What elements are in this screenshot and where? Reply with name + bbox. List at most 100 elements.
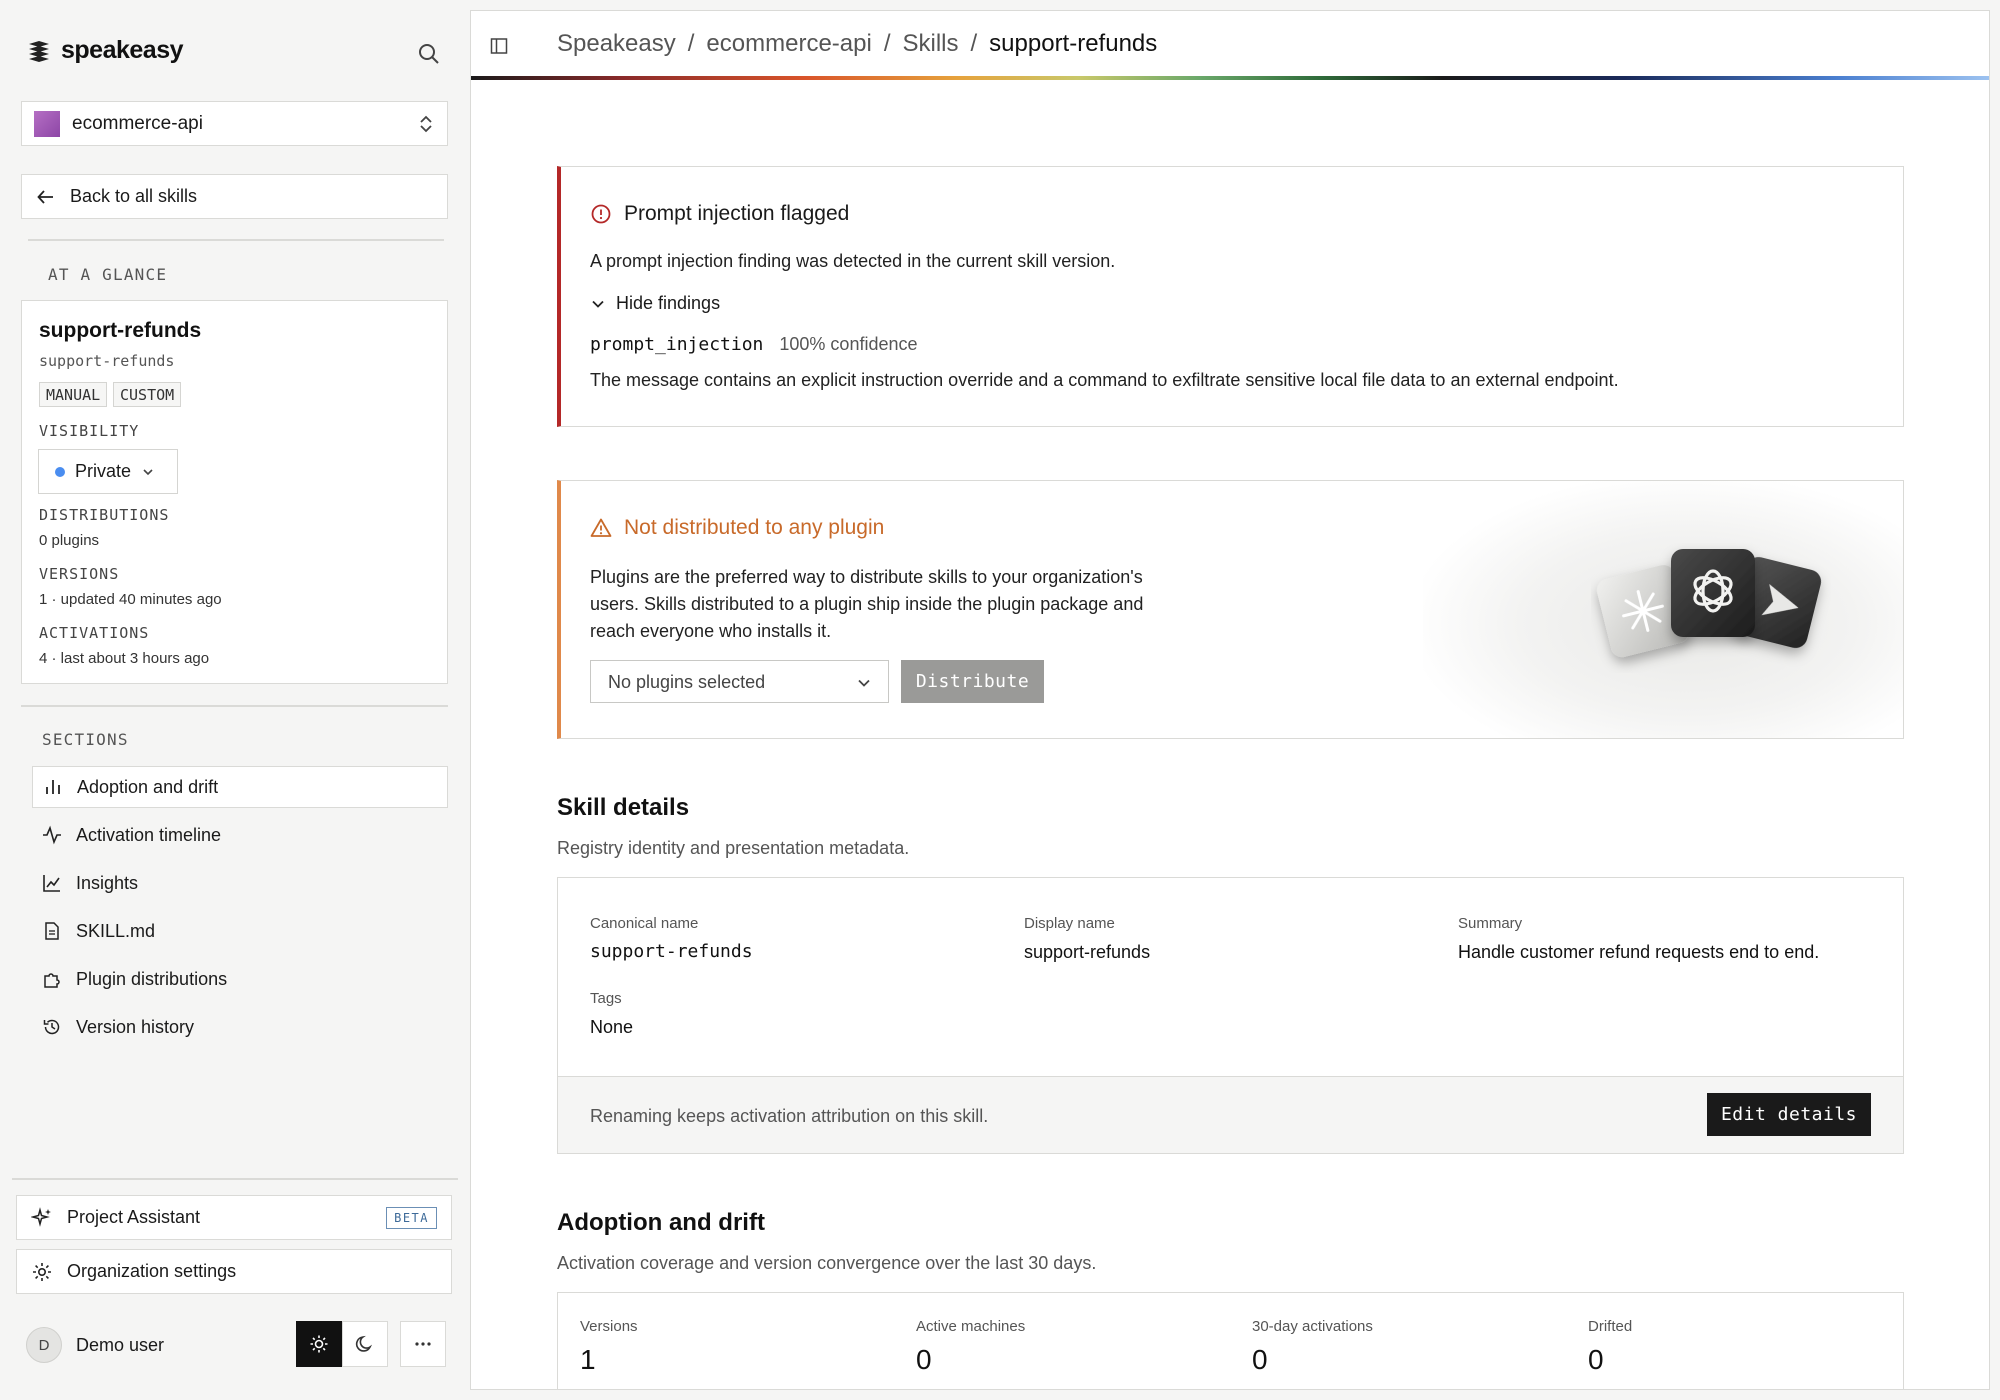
chevron-up-down-icon xyxy=(420,115,432,133)
canonical-name-label: Canonical name xyxy=(590,915,699,932)
stat-value-active-machines: 0 xyxy=(916,1344,932,1375)
skill-title: support-refunds xyxy=(39,319,202,342)
sun-icon xyxy=(310,1335,328,1353)
at-a-glance-label: AT A GLANCE xyxy=(48,265,168,284)
distribution-description-line-2: users. Skills distributed to a plugin sh… xyxy=(590,594,1144,614)
user-menu[interactable]: D Demo user xyxy=(26,1327,164,1363)
details-footer: Renaming keeps activation attribution on… xyxy=(558,1076,1903,1153)
finding-confidence: 100% confidence xyxy=(779,334,918,354)
back-to-skills-button[interactable]: Back to all skills xyxy=(21,174,448,219)
breadcrumb-speakeasy[interactable]: Speakeasy xyxy=(557,30,676,58)
gear-icon xyxy=(33,1262,51,1281)
nav-label: Activation timeline xyxy=(76,824,222,845)
stat-label-30-day-activations: 30-day activations xyxy=(1252,1318,1373,1335)
nav-adoption-and-drift[interactable]: Adoption and drift xyxy=(32,766,448,808)
nav-version-history[interactable]: Version history xyxy=(32,1006,448,1048)
stat-value-versions: 1 xyxy=(580,1344,596,1375)
activations-value: 4 · last about 3 hours ago xyxy=(39,650,210,667)
chevron-down-icon xyxy=(592,300,604,308)
plugin-select[interactable]: No plugins selected xyxy=(590,660,889,703)
divider xyxy=(21,705,448,707)
adoption-heading: Adoption and drift xyxy=(557,1209,765,1236)
activity-icon xyxy=(43,825,61,845)
history-icon xyxy=(43,1019,60,1035)
summary-value: Handle customer refund requests end to e… xyxy=(1458,942,1820,962)
nav-activation-timeline[interactable]: Activation timeline xyxy=(32,814,448,856)
hide-findings-toggle[interactable]: Hide findings xyxy=(590,293,720,314)
visibility-value: Private xyxy=(75,461,132,481)
organization-settings-label: Organization settings xyxy=(67,1261,237,1281)
top-bar: Speakeasy / ecommerce-api / Skills / sup… xyxy=(471,11,1989,79)
divider xyxy=(28,239,444,241)
nav-label: Version history xyxy=(76,1016,195,1037)
skill-details-card: Canonical name support-refunds Display n… xyxy=(557,877,1904,1154)
canonical-name-value: support-refunds xyxy=(590,941,753,962)
sidebar: speakeasy ecommerce-api Back to all skil… xyxy=(0,0,469,1400)
divider xyxy=(12,1178,458,1180)
user-name: Demo user xyxy=(76,1334,165,1355)
breadcrumb-project[interactable]: ecommerce-api xyxy=(706,30,871,58)
nav-label: SKILL.md xyxy=(76,920,156,941)
chevron-down-icon xyxy=(143,468,153,475)
beta-badge: BETA xyxy=(386,1207,437,1229)
moon-icon xyxy=(355,1335,373,1352)
edit-details-button[interactable]: Edit details xyxy=(1707,1093,1871,1136)
distribute-button[interactable]: Distribute xyxy=(901,660,1044,703)
breadcrumb-separator: / xyxy=(970,30,978,57)
search-button[interactable] xyxy=(416,41,442,67)
breadcrumb-skills[interactable]: Skills xyxy=(902,30,958,58)
distributions-value: 0 plugins xyxy=(39,532,100,549)
warning-triangle-icon xyxy=(590,518,612,537)
brand-logo[interactable]: speakeasy xyxy=(26,36,184,65)
nav-label: Adoption and drift xyxy=(77,776,219,797)
sparkles-icon xyxy=(31,1206,51,1227)
organization-settings-button[interactable]: Organization settings xyxy=(16,1249,452,1294)
dark-theme-button[interactable] xyxy=(342,1321,388,1367)
tags-label: Tags xyxy=(590,990,622,1007)
toggle-sidebar-button[interactable] xyxy=(489,36,509,56)
visibility-dropdown[interactable]: Private xyxy=(38,449,178,494)
puzzle-icon xyxy=(44,973,60,988)
adoption-stats-card: Versions 1 Active machines 0 30-day acti… xyxy=(557,1292,1904,1389)
chevron-down-icon xyxy=(858,679,870,687)
stat-label-drifted: Drifted xyxy=(1588,1318,1633,1335)
more-options-button[interactable] xyxy=(400,1321,446,1367)
speakeasy-logo-icon xyxy=(29,40,49,62)
brand-name: speakeasy xyxy=(61,36,184,64)
search-icon xyxy=(419,44,439,64)
breadcrumb-separator: / xyxy=(687,30,695,57)
prompt-injection-alert: Prompt injection flagged A prompt inject… xyxy=(557,166,1904,427)
distribution-alert-title-text: Not distributed to any plugin xyxy=(624,516,885,539)
arrow-left-icon xyxy=(37,189,53,204)
nav-plugin-distributions[interactable]: Plugin distributions xyxy=(32,958,448,1000)
sections-label: SECTIONS xyxy=(42,730,129,749)
project-selector[interactable]: ecommerce-api xyxy=(21,101,448,146)
nav-label: Plugin distributions xyxy=(76,968,228,989)
light-theme-button[interactable] xyxy=(296,1321,342,1367)
stat-value-drifted: 0 xyxy=(1588,1344,1604,1375)
plugin-app-icons-illustration xyxy=(1597,549,1822,657)
alert-title: Prompt injection flagged xyxy=(590,202,849,226)
distribution-alert-title: Not distributed to any plugin xyxy=(590,516,884,540)
project-assistant-button[interactable]: Project Assistant BETA xyxy=(16,1195,452,1240)
accent-gradient-bar xyxy=(471,76,1989,80)
activations-label: ACTIVATIONS xyxy=(39,624,150,642)
project-assistant-label: Project Assistant xyxy=(67,1207,201,1227)
line-chart-icon xyxy=(43,875,60,892)
skill-details-subtitle: Registry identity and presentation metad… xyxy=(557,838,910,858)
avatar: D xyxy=(26,1327,62,1363)
nav-skill-md[interactable]: SKILL.md xyxy=(32,910,448,952)
alert-circle-icon xyxy=(591,204,611,224)
skill-details-heading: Skill details xyxy=(557,794,690,821)
nav-insights[interactable]: Insights xyxy=(32,862,448,904)
finding-message: The message contains an explicit instruc… xyxy=(590,370,1619,390)
rename-note: Renaming keeps activation attribution on… xyxy=(590,1106,989,1126)
project-swatch xyxy=(34,110,60,137)
adoption-subtitle: Activation coverage and version converge… xyxy=(557,1253,1097,1273)
visibility-label: VISIBILITY xyxy=(39,422,140,440)
skill-slug: support-refunds xyxy=(39,352,175,370)
back-label: Back to all skills xyxy=(70,186,198,206)
ellipsis-icon xyxy=(415,1342,431,1346)
stat-value-30-day-activations: 0 xyxy=(1252,1344,1268,1375)
alert-description: A prompt injection finding was detected … xyxy=(590,251,1116,271)
